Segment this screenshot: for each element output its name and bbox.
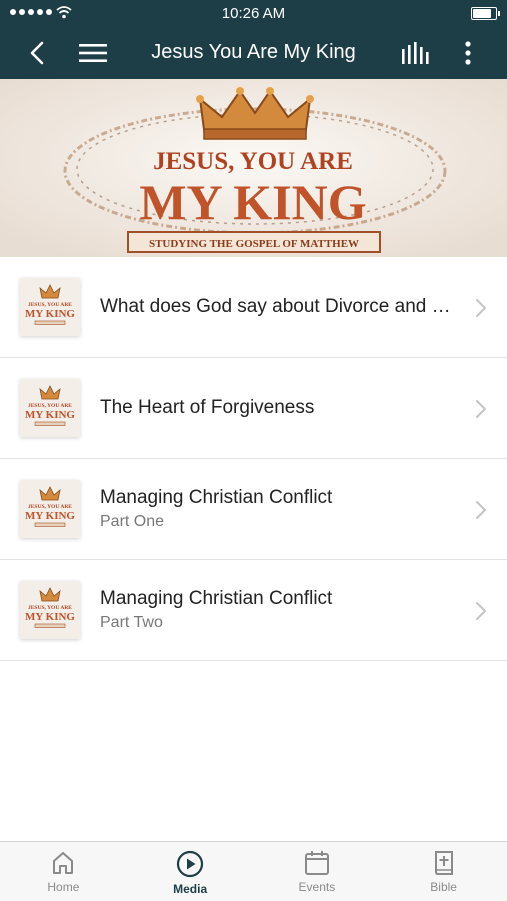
- series-banner: JESUS, YOU ARE MY KING STUDYING THE GOSP…: [0, 79, 507, 257]
- tab-bible[interactable]: Bible: [380, 842, 507, 901]
- tab-home[interactable]: Home: [0, 842, 127, 901]
- tab-label-bible: Bible: [430, 880, 457, 894]
- battery-icon: [471, 7, 500, 20]
- list-item-text: The Heart of Forgiveness: [100, 358, 457, 458]
- series-thumbnail: JESUS, YOU ARE MY KING: [20, 581, 80, 639]
- sermon-list: JESUS, YOU ARE MY KING What does God say a…: [0, 257, 507, 661]
- calendar-icon: [304, 851, 329, 875]
- bible-icon: [434, 851, 453, 875]
- chevron-right-icon: [476, 501, 486, 519]
- list-item-title: What does God say about Divorce and Rema…: [100, 296, 457, 317]
- list-item-text: Managing Christian Conflict Part Two: [100, 560, 457, 660]
- play-circle-icon: [177, 850, 204, 878]
- list-item-title: The Heart of Forgiveness: [100, 397, 315, 418]
- list-item-title: Managing Christian Conflict: [100, 588, 333, 609]
- tab-label-events: Events: [298, 880, 336, 894]
- tab-bar: Home Media Events Bible: [0, 841, 507, 901]
- chevron-right-icon: [476, 299, 486, 317]
- home-icon: [53, 852, 74, 874]
- status-time: 10:26 AM: [221, 5, 286, 22]
- series-thumbnail: JESUS, YOU ARE MY KING: [20, 480, 80, 538]
- nav-bar: Jesus You Are My King: [0, 26, 507, 79]
- list-item-text: What does God say about Divorce and Rema…: [100, 257, 457, 357]
- list-item[interactable]: JESUS, YOU ARE MY KING The Heart of Forgiv…: [0, 358, 507, 459]
- list-item[interactable]: JESUS, YOU ARE MY KING Managing Christian …: [0, 459, 507, 560]
- tab-label-media: Media: [173, 882, 208, 896]
- thumbnail-line2: MY KING: [25, 409, 75, 421]
- list-item-title: Managing Christian Conflict: [100, 487, 333, 508]
- back-chevron-icon[interactable]: [22, 26, 52, 79]
- banner-title-line2: MY KING: [139, 174, 366, 230]
- list-item[interactable]: JESUS, YOU ARE MY KING Managing Christian …: [0, 560, 507, 661]
- tab-media[interactable]: Media: [127, 842, 254, 901]
- list-item-text: Managing Christian Conflict Part One: [100, 459, 457, 559]
- list-item-subtitle: Part Two: [100, 614, 163, 631]
- series-thumbnail: JESUS, YOU ARE MY KING: [20, 379, 80, 437]
- banner-title-line1: JESUS, YOU ARE: [153, 148, 353, 175]
- chevron-right-icon: [476, 400, 486, 418]
- tab-label-home: Home: [47, 880, 80, 894]
- series-thumbnail: JESUS, YOU ARE MY KING: [20, 278, 80, 336]
- banner-subtitle: STUDYING THE GOSPEL OF MATTHEW: [149, 238, 359, 250]
- list-item[interactable]: JESUS, YOU ARE MY KING What does God say a…: [0, 257, 507, 358]
- list-item-subtitle: Part One: [100, 513, 165, 530]
- thumbnail-line2: MY KING: [25, 308, 75, 320]
- chevron-right-icon: [476, 602, 486, 620]
- hamburger-menu-icon[interactable]: [76, 26, 110, 79]
- thumbnail-line2: MY KING: [25, 510, 75, 522]
- audio-bars-icon[interactable]: [398, 26, 432, 79]
- status-bar: 10:26 AM: [0, 0, 507, 26]
- tab-events[interactable]: Events: [254, 842, 381, 901]
- thumbnail-line2: MY KING: [25, 611, 75, 623]
- page-title: Jesus You Are My King: [151, 41, 356, 63]
- more-vertical-icon[interactable]: [454, 26, 482, 79]
